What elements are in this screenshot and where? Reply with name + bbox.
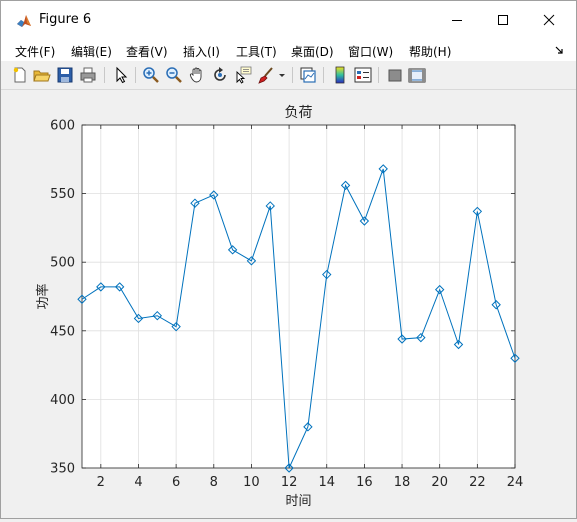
close-icon <box>543 14 555 26</box>
line-chart[interactable]: 2 4 6 8 10 12 14 16 18 20 22 24350400450500550600 负… <box>1 90 576 518</box>
x-tick-label: 2 <box>97 475 105 490</box>
menu-dock-arrow-icon[interactable] <box>554 45 564 55</box>
toolbar-separator <box>135 67 136 83</box>
matlab-logo-icon <box>16 13 32 29</box>
y-tick-label: 550 <box>50 187 75 202</box>
x-tick-label: 12 <box>281 475 298 490</box>
x-tick-label: 4 <box>134 475 142 490</box>
toolbar-separator <box>378 67 379 83</box>
x-tick-label: 6 <box>172 475 180 490</box>
toolbar-separator <box>292 67 293 83</box>
brush-icon[interactable] <box>257 66 275 84</box>
y-axis-label: 功率 <box>35 283 51 309</box>
chart-title: 负荷 <box>285 105 313 121</box>
data-cursor-icon[interactable] <box>234 66 252 84</box>
toolbar-separator <box>323 67 324 83</box>
brush-dropdown-icon[interactable] <box>277 66 287 84</box>
y-tick-label: 400 <box>50 393 75 408</box>
axes-background <box>82 125 515 468</box>
link-plot-icon[interactable] <box>299 66 317 84</box>
menu-tools[interactable]: 工具(T) <box>236 43 277 60</box>
menu-bar: 文件(F) 编辑(E) 查看(V) 插入(I) 工具(T) 桌面(D) 窗口(W… <box>1 39 576 61</box>
window-title: Figure 6 <box>39 12 92 27</box>
menu-window[interactable]: 窗口(W) <box>348 43 393 60</box>
x-axis-label: 时间 <box>285 494 311 509</box>
rotate-3d-icon[interactable] <box>211 66 229 84</box>
figure-canvas: 2 4 6 8 10 12 14 16 18 20 22 24 350 400 450 500 550 600 负… <box>1 90 576 518</box>
minimize-button[interactable] <box>434 1 480 39</box>
y-tick-label: 450 <box>50 324 75 339</box>
x-tick-label: 22 <box>469 475 486 490</box>
menu-edit[interactable]: 编辑(E) <box>71 43 112 60</box>
save-icon[interactable] <box>56 66 74 84</box>
zoom-out-icon[interactable] <box>165 66 183 84</box>
zoom-in-icon[interactable] <box>142 66 160 84</box>
menu-view[interactable]: 查看(V) <box>126 43 168 60</box>
menu-help[interactable]: 帮助(H) <box>409 43 451 60</box>
menu-insert[interactable]: 插入(I) <box>183 43 220 60</box>
y-tick-label: 500 <box>50 256 75 271</box>
x-tick-label: 10 <box>243 475 260 490</box>
x-tick-label: 16 <box>356 475 373 490</box>
pan-hand-icon[interactable] <box>188 66 206 84</box>
minimize-icon <box>452 20 462 21</box>
select-arrow-icon[interactable] <box>112 66 130 84</box>
y-tick-label: 350 <box>50 462 75 477</box>
x-tick-label: 14 <box>318 475 335 490</box>
show-plot-tools-icon[interactable] <box>408 66 426 84</box>
x-tick-label: 20 <box>431 475 448 490</box>
toolbar-separator <box>104 67 105 83</box>
x-tick-label: 8 <box>210 475 218 490</box>
legend-icon[interactable] <box>354 66 372 84</box>
menu-file[interactable]: 文件(F) <box>15 43 55 60</box>
print-icon[interactable] <box>79 66 97 84</box>
new-figure-icon[interactable] <box>11 66 29 84</box>
menu-desktop[interactable]: 桌面(D) <box>291 43 334 60</box>
figure-window: Figure 6 文件(F) 编辑(E) 查看(V) 插入(I) 工具(T) 桌… <box>0 0 577 519</box>
close-button[interactable] <box>526 1 572 39</box>
title-bar: Figure 6 <box>1 1 576 39</box>
hide-plot-tools-icon[interactable] <box>386 66 404 84</box>
y-tick-label: 600 <box>50 119 75 134</box>
maximize-button[interactable] <box>480 1 526 39</box>
figure-toolbar <box>1 61 576 90</box>
maximize-icon <box>498 15 508 25</box>
colorbar-icon[interactable] <box>331 66 349 84</box>
open-file-icon[interactable] <box>33 66 51 84</box>
x-tick-label: 18 <box>394 475 411 490</box>
x-tick-label: 24 <box>507 475 524 490</box>
